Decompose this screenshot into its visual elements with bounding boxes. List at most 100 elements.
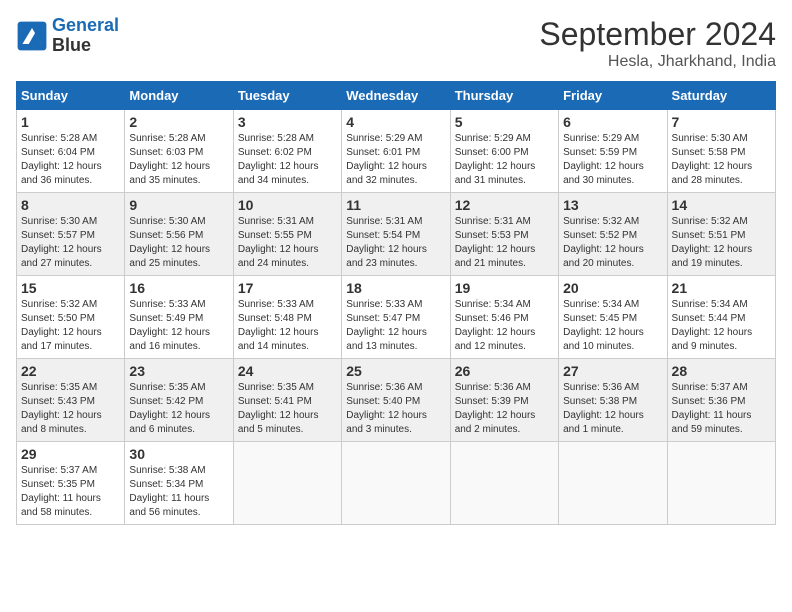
day-number: 20 xyxy=(563,280,662,296)
calendar-cell: 25 Sunrise: 5:36 AMSunset: 5:40 PMDayligh… xyxy=(342,359,450,442)
calendar-cell: 23 Sunrise: 5:35 AMSunset: 5:42 PMDayligh… xyxy=(125,359,233,442)
day-number: 12 xyxy=(455,197,554,213)
day-info: Sunrise: 5:33 AMSunset: 5:48 PMDaylight:… xyxy=(238,298,337,354)
day-info: Sunrise: 5:38 AMSunset: 5:34 PMDaylight:… xyxy=(129,464,228,520)
day-number: 7 xyxy=(672,114,771,130)
day-info: Sunrise: 5:35 AMSunset: 5:41 PMDaylight:… xyxy=(238,381,337,437)
day-info: Sunrise: 5:30 AMSunset: 5:57 PMDaylight:… xyxy=(21,215,120,271)
title-area: September 2024 Hesla, Jharkhand, India xyxy=(539,16,776,71)
calendar-cell xyxy=(450,442,558,525)
calendar-cell: 5 Sunrise: 5:29 AMSunset: 6:00 PMDaylight… xyxy=(450,110,558,193)
calendar-cell: 29 Sunrise: 5:37 AMSunset: 5:35 PMDayligh… xyxy=(17,442,125,525)
weekday-header: Tuesday xyxy=(233,82,341,110)
calendar-cell: 13 Sunrise: 5:32 AMSunset: 5:52 PMDayligh… xyxy=(559,193,667,276)
day-number: 21 xyxy=(672,280,771,296)
calendar-cell: 16 Sunrise: 5:33 AMSunset: 5:49 PMDayligh… xyxy=(125,276,233,359)
day-info: Sunrise: 5:31 AMSunset: 5:55 PMDaylight:… xyxy=(238,215,337,271)
day-info: Sunrise: 5:33 AMSunset: 5:47 PMDaylight:… xyxy=(346,298,445,354)
calendar-cell: 2 Sunrise: 5:28 AMSunset: 6:03 PMDaylight… xyxy=(125,110,233,193)
calendar-cell: 21Sunrise: 5:34 AMSunset: 5:44 PMDayligh… xyxy=(667,276,775,359)
day-info: Sunrise: 5:37 AMSunset: 5:36 PMDaylight:… xyxy=(672,381,771,437)
day-info: Sunrise: 5:36 AMSunset: 5:39 PMDaylight:… xyxy=(455,381,554,437)
day-info: Sunrise: 5:33 AMSunset: 5:49 PMDaylight:… xyxy=(129,298,228,354)
calendar-week-row: 22Sunrise: 5:35 AMSunset: 5:43 PMDayligh… xyxy=(17,359,776,442)
day-info: Sunrise: 5:30 AMSunset: 5:56 PMDaylight:… xyxy=(129,215,228,271)
calendar-cell: 4Sunrise: 5:29 AMSunset: 6:01 PMDaylight… xyxy=(342,110,450,193)
weekday-header: Friday xyxy=(559,82,667,110)
day-info: Sunrise: 5:31 AMSunset: 5:54 PMDaylight:… xyxy=(346,215,445,271)
day-info: Sunrise: 5:36 AMSunset: 5:40 PMDaylight:… xyxy=(346,381,445,437)
logo-icon xyxy=(16,20,48,52)
calendar-week-row: 29 Sunrise: 5:37 AMSunset: 5:35 PMDayligh… xyxy=(17,442,776,525)
logo: GeneralBlue xyxy=(16,16,119,56)
day-info: Sunrise: 5:28 AMSunset: 6:04 PMDaylight:… xyxy=(21,132,120,188)
location-subtitle: Hesla, Jharkhand, India xyxy=(539,53,776,71)
day-number: 4 xyxy=(346,114,445,130)
weekday-header: Sunday xyxy=(17,82,125,110)
day-number: 18 xyxy=(346,280,445,296)
day-number: 2 xyxy=(129,114,228,130)
day-info: Sunrise: 5:32 AMSunset: 5:52 PMDaylight:… xyxy=(563,215,662,271)
day-info: Sunrise: 5:31 AMSunset: 5:53 PMDaylight:… xyxy=(455,215,554,271)
day-info: Sunrise: 5:28 AMSunset: 6:03 PMDaylight:… xyxy=(129,132,228,188)
weekday-header: Saturday xyxy=(667,82,775,110)
day-number: 13 xyxy=(563,197,662,213)
calendar-cell: 18 Sunrise: 5:33 AMSunset: 5:47 PMDayligh… xyxy=(342,276,450,359)
day-info: Sunrise: 5:32 AMSunset: 5:51 PMDaylight:… xyxy=(672,215,771,271)
day-info: Sunrise: 5:37 AMSunset: 5:35 PMDaylight:… xyxy=(21,464,120,520)
calendar-cell: 24 Sunrise: 5:35 AMSunset: 5:41 PMDayligh… xyxy=(233,359,341,442)
day-info: Sunrise: 5:30 AMSunset: 5:58 PMDaylight:… xyxy=(672,132,771,188)
calendar-cell: 8 Sunrise: 5:30 AMSunset: 5:57 PMDaylight… xyxy=(17,193,125,276)
calendar-cell: 26 Sunrise: 5:36 AMSunset: 5:39 PMDayligh… xyxy=(450,359,558,442)
day-number: 25 xyxy=(346,363,445,379)
calendar-cell: 9 Sunrise: 5:30 AMSunset: 5:56 PMDaylight… xyxy=(125,193,233,276)
day-number: 3 xyxy=(238,114,337,130)
day-info: Sunrise: 5:29 AMSunset: 6:00 PMDaylight:… xyxy=(455,132,554,188)
day-number: 19 xyxy=(455,280,554,296)
day-info: Sunrise: 5:35 AMSunset: 5:42 PMDaylight:… xyxy=(129,381,228,437)
day-number: 26 xyxy=(455,363,554,379)
calendar-cell: 7 Sunrise: 5:30 AMSunset: 5:58 PMDaylight… xyxy=(667,110,775,193)
day-number: 6 xyxy=(563,114,662,130)
day-info: Sunrise: 5:36 AMSunset: 5:38 PMDaylight:… xyxy=(563,381,662,437)
calendar-week-row: 8 Sunrise: 5:30 AMSunset: 5:57 PMDaylight… xyxy=(17,193,776,276)
day-number: 22 xyxy=(21,363,120,379)
calendar-cell: 6 Sunrise: 5:29 AMSunset: 5:59 PMDaylight… xyxy=(559,110,667,193)
day-number: 23 xyxy=(129,363,228,379)
day-number: 9 xyxy=(129,197,228,213)
calendar-cell: 27 Sunrise: 5:36 AMSunset: 5:38 PMDayligh… xyxy=(559,359,667,442)
month-title: September 2024 xyxy=(539,16,776,53)
calendar-cell: 20 Sunrise: 5:34 AMSunset: 5:45 PMDayligh… xyxy=(559,276,667,359)
calendar-cell: 3 Sunrise: 5:28 AMSunset: 6:02 PMDaylight… xyxy=(233,110,341,193)
day-number: 30 xyxy=(129,446,228,462)
day-number: 15 xyxy=(21,280,120,296)
calendar-cell xyxy=(667,442,775,525)
day-number: 10 xyxy=(238,197,337,213)
calendar-cell: 17 Sunrise: 5:33 AMSunset: 5:48 PMDayligh… xyxy=(233,276,341,359)
day-number: 27 xyxy=(563,363,662,379)
day-number: 14 xyxy=(672,197,771,213)
calendar-cell xyxy=(233,442,341,525)
calendar-header-row: SundayMondayTuesdayWednesdayThursdayFrid… xyxy=(17,82,776,110)
day-number: 24 xyxy=(238,363,337,379)
calendar-week-row: 15 Sunrise: 5:32 AMSunset: 5:50 PMDayligh… xyxy=(17,276,776,359)
day-info: Sunrise: 5:34 AMSunset: 5:45 PMDaylight:… xyxy=(563,298,662,354)
calendar-cell: 14 Sunrise: 5:32 AMSunset: 5:51 PMDayligh… xyxy=(667,193,775,276)
day-info: Sunrise: 5:32 AMSunset: 5:50 PMDaylight:… xyxy=(21,298,120,354)
day-number: 16 xyxy=(129,280,228,296)
calendar-cell: 10 Sunrise: 5:31 AMSunset: 5:55 PMDayligh… xyxy=(233,193,341,276)
day-number: 29 xyxy=(21,446,120,462)
day-number: 8 xyxy=(21,197,120,213)
calendar-cell: 15 Sunrise: 5:32 AMSunset: 5:50 PMDayligh… xyxy=(17,276,125,359)
calendar-cell: 30 Sunrise: 5:38 AMSunset: 5:34 PMDayligh… xyxy=(125,442,233,525)
weekday-header: Thursday xyxy=(450,82,558,110)
day-number: 5 xyxy=(455,114,554,130)
logo-text: GeneralBlue xyxy=(52,16,119,56)
weekday-header: Wednesday xyxy=(342,82,450,110)
calendar-cell: 12 Sunrise: 5:31 AMSunset: 5:53 PMDayligh… xyxy=(450,193,558,276)
day-number: 28 xyxy=(672,363,771,379)
day-number: 17 xyxy=(238,280,337,296)
day-info: Sunrise: 5:29 AMSunset: 5:59 PMDaylight:… xyxy=(563,132,662,188)
calendar-cell: 28 Sunrise: 5:37 AMSunset: 5:36 PMDayligh… xyxy=(667,359,775,442)
day-info: Sunrise: 5:28 AMSunset: 6:02 PMDaylight:… xyxy=(238,132,337,188)
